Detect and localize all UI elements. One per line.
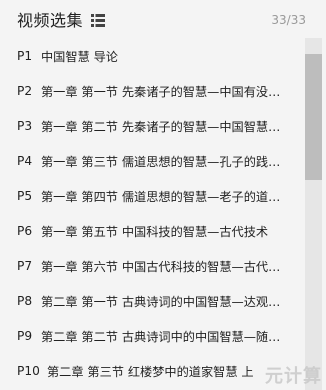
episode-title: 第一章 第二节 先秦诸子的智慧—中国智慧的特质 <box>41 119 291 134</box>
episode-item[interactable]: P6 第一章 第五节 中国科技的智慧—古代技术 <box>0 213 304 248</box>
episode-number: P4 <box>17 153 33 168</box>
episode-item[interactable]: P10 第二章 第三节 红楼梦中的道家智慧 上 <box>0 353 304 388</box>
episode-title: 第二章 第三节 红楼梦中的道家智慧 上 <box>47 364 254 379</box>
episode-list: P1 中国智慧 导论 P2 第一章 第一节 先秦诸子的智慧—中国有没有哲学 P3… <box>0 38 304 390</box>
episode-title: 第二章 第一节 古典诗词的中国智慧—达观的人生 <box>41 294 291 309</box>
episode-item[interactable]: P4 第一章 第三节 儒道思想的智慧—孔子的践仁之道 <box>0 143 304 178</box>
episode-item[interactable]: P3 第一章 第二节 先秦诸子的智慧—中国智慧的特质 <box>0 108 304 143</box>
episode-number: P8 <box>17 293 33 308</box>
episode-title: 第一章 第一节 先秦诸子的智慧—中国有没有哲学 <box>41 84 291 99</box>
episode-title: 第一章 第六节 中国古代科技的智慧—古代科学 <box>41 259 291 274</box>
episode-title: 第二章 第二节 古典诗词中的中国智慧—随性的审美 <box>41 329 291 344</box>
panel-header: 视频选集 33/33 <box>0 0 326 40</box>
episode-title: 第一章 第四节 儒道思想的智慧—老子的道法自然 <box>41 189 291 204</box>
episode-item[interactable]: P2 第一章 第一节 先秦诸子的智慧—中国有没有哲学 <box>0 73 304 108</box>
video-episode-panel: 视频选集 33/33 P1 中国智慧 导论 P2 第一章 第一节 先秦诸子的智慧… <box>0 0 326 390</box>
episode-number: P6 <box>17 223 33 238</box>
scrollbar-thumb[interactable] <box>305 54 322 180</box>
episode-number: P3 <box>17 118 33 133</box>
episode-item[interactable]: P1 中国智慧 导论 <box>0 38 304 73</box>
episode-item[interactable]: P5 第一章 第四节 儒道思想的智慧—老子的道法自然 <box>0 178 304 213</box>
panel-title: 视频选集 <box>17 11 84 30</box>
episode-item[interactable]: P8 第二章 第一节 古典诗词的中国智慧—达观的人生 <box>0 283 304 318</box>
episode-count: 33/33 <box>271 13 306 27</box>
episode-number: P1 <box>17 48 33 63</box>
episode-item[interactable]: P9 第二章 第二节 古典诗词中的中国智慧—随性的审美 <box>0 318 304 353</box>
episode-title: 第一章 第三节 儒道思想的智慧—孔子的践仁之道 <box>41 154 291 169</box>
episode-number: P7 <box>17 258 33 273</box>
episode-item[interactable]: P7 第一章 第六节 中国古代科技的智慧—古代科学 <box>0 248 304 283</box>
scrollbar-track[interactable] <box>305 38 322 390</box>
episode-number: P9 <box>17 328 33 343</box>
list-icon[interactable] <box>91 14 105 27</box>
episode-number: P10 <box>17 363 40 378</box>
watermark-logo: 元计算 <box>265 366 322 387</box>
episode-number: P5 <box>17 188 33 203</box>
episode-number: P2 <box>17 83 33 98</box>
episode-title: 中国智慧 导论 <box>41 49 118 64</box>
episode-title: 第一章 第五节 中国科技的智慧—古代技术 <box>41 224 269 239</box>
